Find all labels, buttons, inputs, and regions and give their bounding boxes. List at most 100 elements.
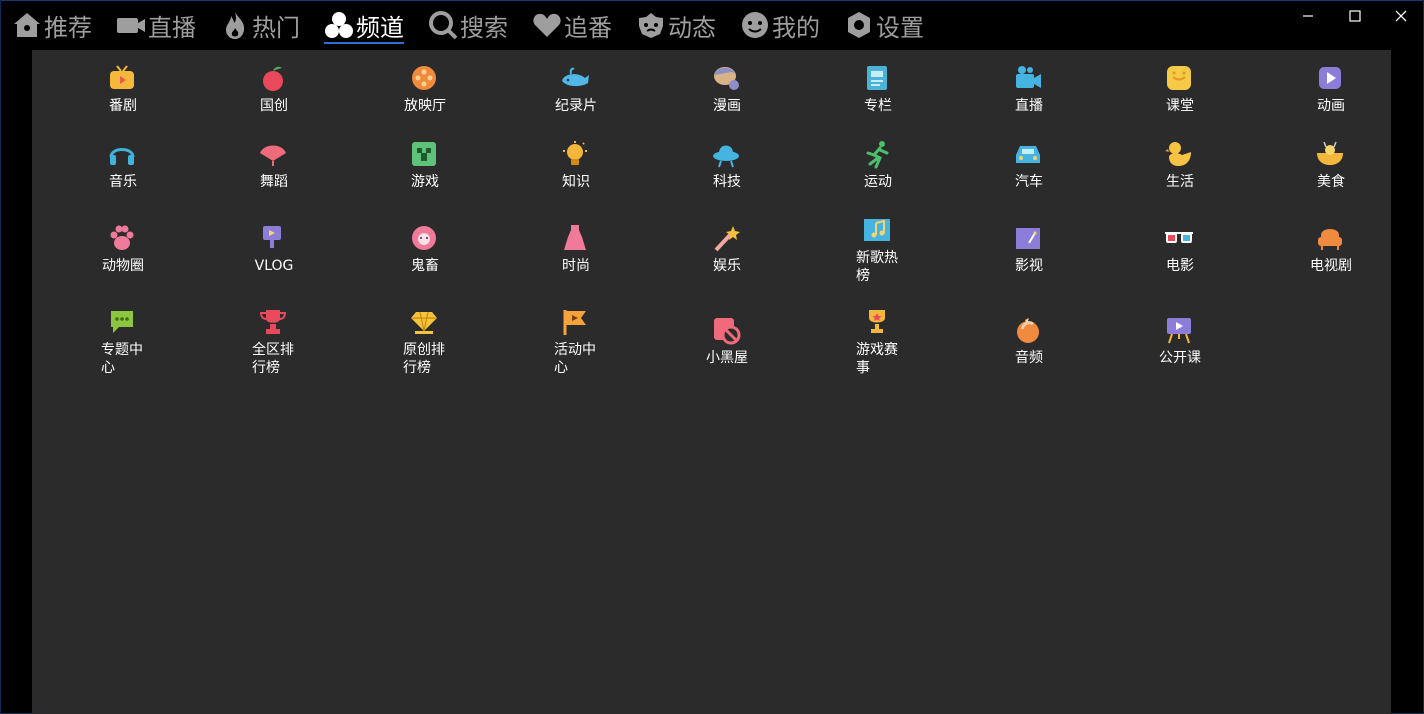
ban-icon: [714, 318, 741, 345]
diamond-icon: [411, 311, 437, 334]
trophy-icon: [259, 310, 287, 334]
channel-label: 动物圈: [102, 258, 144, 274]
play-icon: [1319, 67, 1341, 89]
channel-label: 电视剧: [1310, 258, 1352, 274]
film-reel-icon: [412, 66, 436, 90]
chat-bubble-icon: [111, 311, 133, 333]
channel-label: VLOG: [254, 258, 294, 274]
minimize-button[interactable]: [1296, 4, 1320, 28]
channel-label: 汽车: [1015, 174, 1043, 190]
channel-label: 公开课: [1159, 350, 1201, 366]
nav-tab-label: 追番: [564, 13, 612, 42]
maximize-button[interactable]: [1343, 4, 1367, 28]
minimize-icon: [1303, 15, 1313, 17]
nav-tab-channels[interactable]: 频道: [324, 6, 404, 44]
magic-wand-icon: [714, 226, 740, 252]
runner-icon: [866, 141, 889, 169]
peach-icon: [263, 66, 283, 91]
nav-tab-live[interactable]: 直播: [116, 6, 196, 44]
paw-icon: [110, 225, 134, 250]
channel-label: 科技: [713, 174, 741, 190]
comic-icon: [714, 67, 739, 90]
lightbulb-icon: [563, 141, 587, 165]
channel-label: 娱乐: [713, 258, 741, 274]
fan-icon: [260, 145, 286, 166]
channel-label: 舞蹈: [260, 174, 288, 190]
clapper-icon: [1016, 228, 1040, 249]
nav-tab-label: 推荐: [44, 13, 92, 42]
search-icon: [429, 11, 458, 40]
video-camera-icon: [117, 18, 145, 33]
nav-tab-label: 搜索: [460, 13, 508, 42]
channel-label: 活动中心: [554, 342, 596, 376]
live-camera-icon: [1016, 66, 1041, 88]
nav-tab-moments[interactable]: 动态: [636, 6, 716, 44]
channel-label: 放映厅: [404, 98, 446, 114]
smiley-icon: [742, 12, 768, 38]
food-icon: [1317, 141, 1343, 165]
channel-label: 音乐: [109, 174, 137, 190]
channel-label: 鬼畜: [411, 258, 439, 274]
nav-tab-follow-anime[interactable]: 追番: [532, 6, 612, 44]
ufo-icon: [713, 145, 739, 168]
sofa-icon: [1318, 229, 1342, 250]
channel-label: 生活: [1166, 174, 1194, 190]
nav-tab-label: 我的: [772, 13, 820, 42]
channel-label: 专题中心: [101, 342, 143, 376]
classroom-icon: [1167, 66, 1191, 90]
channel-label: 课堂: [1166, 98, 1194, 114]
channel-label: 影视: [1015, 258, 1043, 274]
flag-icon: [563, 310, 586, 335]
maximize-icon: [1349, 10, 1361, 22]
lecture-icon: [1167, 318, 1191, 344]
channel-label: 漫画: [713, 98, 741, 114]
channel-label: 小黑屋: [706, 350, 748, 366]
creeper-icon: [412, 142, 436, 166]
gear-icon: [848, 12, 870, 38]
nav-tab-settings[interactable]: 设置: [844, 6, 924, 44]
home-icon: [14, 13, 40, 37]
channels-icon: [325, 12, 353, 38]
channel-label: 专栏: [864, 98, 892, 114]
channel-label: 动画: [1317, 98, 1345, 114]
channel-label: 时尚: [562, 258, 590, 274]
dress-icon: [564, 225, 586, 250]
nav-tab-label: 动态: [668, 13, 716, 42]
nav-tab-search[interactable]: 搜索: [428, 6, 508, 44]
headphones-icon: [109, 148, 135, 165]
nav-tab-label: 频道: [356, 13, 404, 42]
channel-label: 原创排行榜: [403, 342, 445, 376]
tv-icon: [110, 65, 134, 89]
close-button[interactable]: [1389, 4, 1413, 28]
channel-label: 纪录片: [555, 98, 597, 114]
active-tab-indicator: [324, 42, 404, 44]
channel-label: 新歌热榜: [856, 250, 898, 284]
nav-tab-mine[interactable]: 我的: [740, 6, 820, 44]
duck-icon: [1165, 142, 1191, 166]
channel-label: 直播: [1015, 98, 1043, 114]
cup-icon: [869, 310, 885, 333]
channel-label: 全区排行榜: [252, 342, 294, 376]
nav-tab-hot[interactable]: 热门: [220, 6, 300, 44]
channel-label: 音频: [1015, 350, 1043, 366]
vlog-icon: [263, 226, 281, 248]
top-nav: 推荐 直播 热门 频道 搜索 追番 动态 我的 设置: [0, 0, 1280, 48]
channel-panel: 番剧 国创 放映厅 纪录片 漫画 专栏 直播 课堂 动画 音乐 舞蹈 游戏 知识…: [32, 50, 1391, 714]
channel-label: 知识: [562, 174, 590, 190]
moments-icon: [639, 13, 663, 38]
channel-label: 美食: [1317, 174, 1345, 190]
whale-icon: [562, 67, 589, 87]
close-icon: [1395, 10, 1407, 22]
car-icon: [1016, 146, 1040, 163]
music-chart-icon: [864, 219, 890, 241]
channel-label: 番剧: [109, 98, 137, 114]
3d-glasses-icon: [1165, 232, 1193, 243]
nav-tab-label: 直播: [148, 13, 196, 42]
heart-icon: [533, 13, 561, 38]
channel-label: 游戏: [411, 174, 439, 190]
nav-tab-label: 热门: [252, 13, 300, 42]
audio-icon: [1017, 318, 1039, 343]
nav-tab-recommend[interactable]: 推荐: [12, 6, 92, 44]
flame-icon: [226, 12, 245, 39]
channel-label: 电影: [1166, 258, 1194, 274]
